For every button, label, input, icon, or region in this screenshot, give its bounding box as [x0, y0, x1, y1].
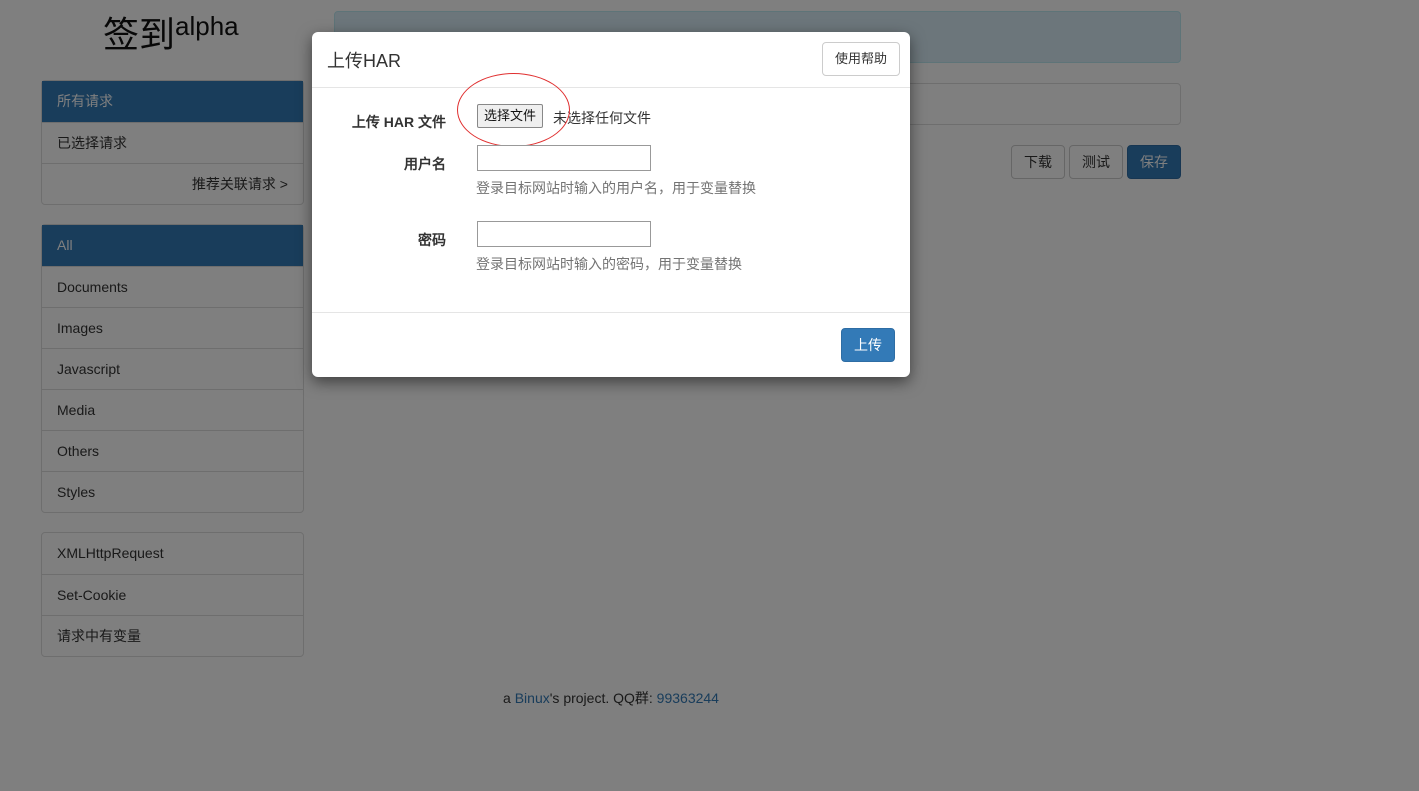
upload-button[interactable]: 上传: [841, 328, 895, 362]
page: 签到alpha 所有请求 已选择请求 推荐关联请求 > All Document…: [0, 0, 1419, 791]
password-input[interactable]: [477, 221, 651, 247]
password-label: 密码: [418, 232, 446, 248]
username-label: 用户名: [404, 156, 446, 172]
modal-footer: 上传: [312, 312, 910, 377]
modal-header: 上传HAR 使用帮助: [312, 32, 910, 88]
password-help-text: 登录目标网站时输入的密码，用于变量替换: [476, 256, 742, 272]
har-file-label: 上传 HAR 文件: [351, 114, 446, 130]
file-status-text: 未选择任何文件: [553, 110, 651, 126]
modal-title: 上传HAR: [327, 51, 402, 71]
username-input[interactable]: [477, 145, 651, 171]
username-help-text: 登录目标网站时输入的用户名，用于变量替换: [476, 180, 756, 196]
choose-file-button[interactable]: 选择文件: [477, 104, 544, 128]
help-button[interactable]: 使用帮助: [821, 42, 900, 76]
upload-har-modal: 上传HAR 使用帮助 上传 HAR 文件 选择文件 未选择任何文件 用户名 登录…: [312, 32, 910, 377]
modal-body: 上传 HAR 文件 选择文件 未选择任何文件 用户名 登录目标网站时输入的用户名…: [312, 73, 910, 312]
